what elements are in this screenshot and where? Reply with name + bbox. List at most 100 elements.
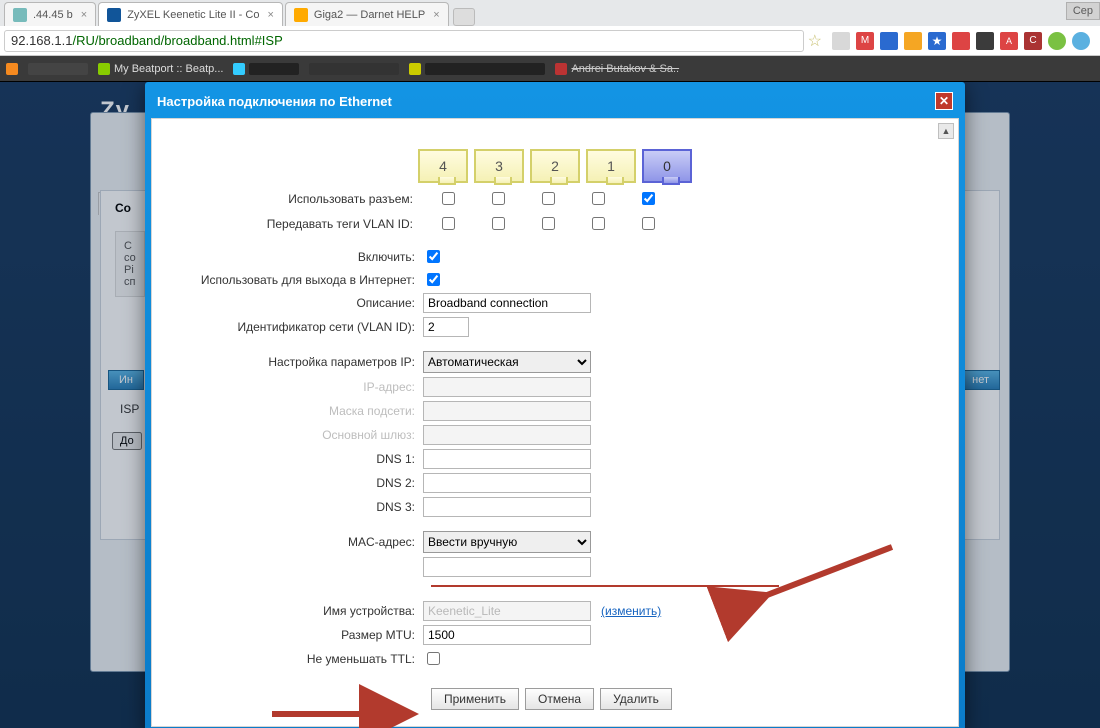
bookmark-star-icon[interactable]: ☆ — [804, 31, 826, 51]
close-icon[interactable]: × — [433, 9, 439, 21]
browser-tab[interactable]: ZyXEL Keenetic Lite II - Co × — [98, 2, 283, 26]
dns3-input[interactable] — [423, 497, 591, 517]
gateway-label: Основной шлюз: — [168, 428, 423, 442]
enable-label: Включить: — [168, 250, 423, 264]
port-0[interactable]: 0 — [642, 149, 692, 183]
mask-input — [423, 401, 591, 421]
bookmark-icon — [309, 63, 399, 75]
desc-label: Описание: — [168, 296, 423, 310]
ip-settings-label: Настройка параметров IP: — [168, 355, 423, 369]
ttl-checkbox[interactable] — [427, 652, 440, 665]
ext-icon[interactable]: M — [856, 32, 874, 50]
ext-icon[interactable] — [904, 32, 922, 50]
bookmark[interactable] — [6, 63, 18, 75]
use-port-2-checkbox[interactable] — [542, 192, 555, 205]
mac-input[interactable] — [423, 557, 591, 577]
browser-tab[interactable]: .44.45 b × — [4, 2, 96, 26]
ip-settings-select[interactable]: Автоматическая — [423, 351, 591, 373]
dns2-input[interactable] — [423, 473, 591, 493]
tab-title: ZyXEL Keenetic Lite II - Co — [127, 9, 259, 21]
gateway-input — [423, 425, 591, 445]
use-port-label: Использовать разъем: — [168, 192, 423, 206]
truncated-ui: Сер — [1066, 2, 1100, 20]
ext-icon[interactable] — [952, 32, 970, 50]
port-1[interactable]: 1 — [586, 149, 636, 183]
dialog-body: ▲ 4 3 2 1 0 Использовать разъем: Передав… — [151, 118, 959, 727]
bookmark[interactable] — [409, 63, 545, 75]
dns1-input[interactable] — [423, 449, 591, 469]
favicon — [13, 8, 27, 22]
vlanid-input[interactable] — [423, 317, 469, 337]
scroll-up-icon[interactable]: ▲ — [938, 123, 954, 139]
vlan-2-checkbox[interactable] — [542, 217, 555, 230]
description-input[interactable] — [423, 293, 591, 313]
browser-tab-strip: .44.45 b × ZyXEL Keenetic Lite II - Co ×… — [0, 0, 1100, 26]
use-port-4-checkbox[interactable] — [442, 192, 455, 205]
bookmark[interactable]: Andrei Butakov & Sa.. — [555, 63, 679, 75]
annotation-underline — [431, 581, 779, 587]
port-2[interactable]: 2 — [530, 149, 580, 183]
apply-button[interactable]: Применить — [431, 688, 519, 710]
ext-icon[interactable]: C — [1024, 32, 1042, 50]
vlan-4-checkbox[interactable] — [442, 217, 455, 230]
mtu-input[interactable] — [423, 625, 591, 645]
tab-title: .44.45 b — [33, 9, 73, 21]
bookmark-icon — [555, 63, 567, 75]
bookmark[interactable]: My Beatport :: Beatp... — [98, 63, 223, 75]
bookmark-icon — [409, 63, 421, 75]
bookmark-icon — [28, 63, 88, 75]
ext-icon[interactable] — [976, 32, 994, 50]
bookmark[interactable] — [28, 63, 88, 75]
url-path: /RU/broadband/broadband.html#ISP — [72, 33, 282, 48]
close-icon[interactable]: × — [267, 9, 273, 21]
favicon — [294, 8, 308, 22]
use-port-1-checkbox[interactable] — [592, 192, 605, 205]
enable-checkbox[interactable] — [427, 250, 440, 263]
ipaddr-label: IP-адрес: — [168, 380, 423, 394]
vlan-0-checkbox[interactable] — [642, 217, 655, 230]
page-content: Zy Инте Под Со С со Pi сп Ин нет ISP До … — [0, 82, 1100, 728]
use-port-0-checkbox[interactable] — [642, 192, 655, 205]
dns3-label: DNS 3: — [168, 500, 423, 514]
ext-icon[interactable] — [1072, 32, 1090, 50]
vlan-3-checkbox[interactable] — [492, 217, 505, 230]
ttl-label: Не уменьшать TTL: — [168, 652, 423, 666]
favicon — [107, 8, 121, 22]
devname-input — [423, 601, 591, 621]
dialog-buttons: Применить Отмена Удалить — [431, 688, 942, 710]
bookmark[interactable] — [233, 63, 299, 75]
tab-title: Giga2 — Darnet HELP — [314, 9, 425, 21]
ext-icon[interactable]: ★ — [928, 32, 946, 50]
address-bar[interactable]: 92.168.1.1/RU/broadband/broadband.html#I… — [4, 30, 804, 52]
cancel-button[interactable]: Отмена — [525, 688, 594, 710]
address-bar-row: 92.168.1.1/RU/broadband/broadband.html#I… — [0, 26, 1100, 56]
mtu-label: Размер MTU: — [168, 628, 423, 642]
close-icon[interactable]: ✕ — [935, 92, 953, 110]
port-selector: 4 3 2 1 0 — [168, 149, 942, 183]
ext-icon[interactable] — [832, 32, 850, 50]
inet-checkbox[interactable] — [427, 273, 440, 286]
port-4[interactable]: 4 — [418, 149, 468, 183]
ext-icon[interactable]: A — [1000, 32, 1018, 50]
dns2-label: DNS 2: — [168, 476, 423, 490]
mac-select[interactable]: Ввести вручную — [423, 531, 591, 553]
bookmark[interactable] — [309, 63, 399, 75]
mac-label: MAC-адрес: — [168, 535, 423, 549]
ext-icon[interactable] — [880, 32, 898, 50]
vlan-1-checkbox[interactable] — [592, 217, 605, 230]
inet-label: Использовать для выхода в Интернет: — [168, 273, 423, 287]
devname-change-link[interactable]: (изменить) — [601, 604, 661, 618]
port-3[interactable]: 3 — [474, 149, 524, 183]
dialog-title: Настройка подключения по Ethernet — [157, 94, 392, 109]
use-port-3-checkbox[interactable] — [492, 192, 505, 205]
new-tab-button[interactable] — [453, 8, 475, 26]
browser-tab[interactable]: Giga2 — Darnet HELP × — [285, 2, 449, 26]
delete-button[interactable]: Удалить — [600, 688, 672, 710]
vlan-tags-label: Передавать теги VLAN ID: — [168, 217, 423, 231]
close-icon[interactable]: × — [81, 9, 87, 21]
connection-form: Включить: Использовать для выхода в Инте… — [168, 247, 942, 710]
url-host: 92.168.1.1 — [11, 33, 72, 48]
devname-label: Имя устройства: — [168, 604, 423, 618]
bookmark-label: My Beatport :: Beatp... — [114, 63, 223, 75]
ext-icon[interactable] — [1048, 32, 1066, 50]
